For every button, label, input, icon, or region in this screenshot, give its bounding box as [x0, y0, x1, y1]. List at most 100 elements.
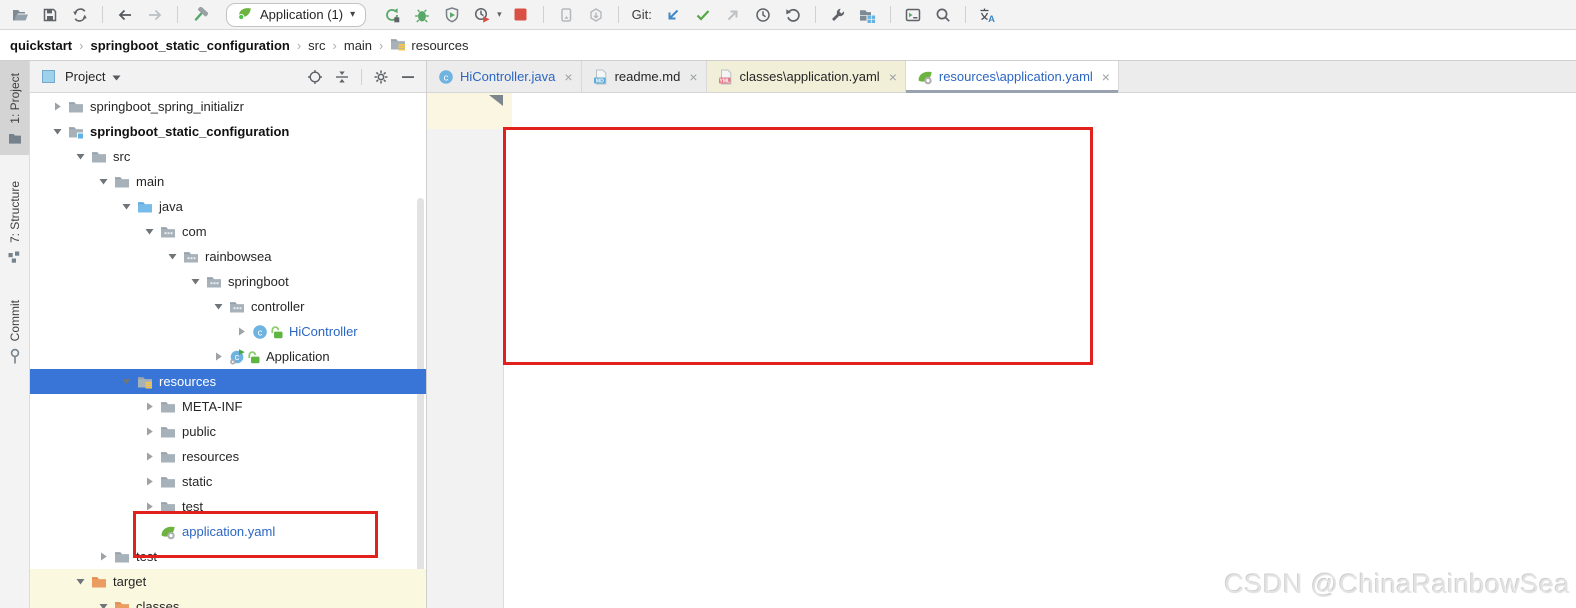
save-all-icon[interactable] [39, 4, 61, 26]
folder-icon [91, 149, 107, 165]
collapsed-arrow-icon[interactable] [141, 449, 157, 465]
tree-row-static[interactable]: static [30, 469, 426, 494]
expanded-arrow-icon[interactable] [72, 574, 88, 590]
back-icon[interactable] [114, 4, 136, 26]
wrench-icon[interactable] [827, 4, 849, 26]
git-update-icon[interactable] [662, 4, 684, 26]
editor-surface[interactable]: CSDN @ChinaRainbowSea [427, 93, 1576, 608]
breadcrumb-item-springboot-static-configuration[interactable]: springboot_static_configuration [90, 38, 289, 53]
stop-icon[interactable] [510, 4, 532, 26]
expanded-arrow-icon[interactable] [187, 274, 203, 290]
settings-gear-icon[interactable] [371, 67, 391, 87]
tab-resources-application-yaml[interactable]: resources\application.yaml× [906, 61, 1119, 92]
tree-row-public[interactable]: public [30, 419, 426, 444]
project-panel-title[interactable]: Project [65, 69, 105, 84]
close-tab-icon[interactable]: × [1102, 70, 1110, 84]
chevron-down-icon[interactable] [112, 69, 121, 84]
expanded-arrow-icon[interactable] [118, 374, 134, 390]
close-tab-icon[interactable]: × [564, 70, 572, 84]
expanded-arrow-icon[interactable] [210, 299, 226, 315]
breadcrumb-item-quickstart[interactable]: quickstart [10, 38, 72, 53]
tab-hicontroller-java[interactable]: cHiController.java× [427, 61, 582, 92]
tree-row-hicontroller[interactable]: cHiController [30, 319, 426, 344]
sync-icon[interactable] [69, 4, 91, 26]
fold-marker-icon[interactable] [489, 95, 503, 106]
coverage-icon[interactable] [441, 4, 463, 26]
chevron-down-icon[interactable]: ▾ [497, 9, 502, 20]
toolwindow-button-7-structure[interactable]: 7: Structure [0, 169, 29, 274]
heap-dump-icon[interactable] [585, 4, 607, 26]
tree-row-java[interactable]: java [30, 194, 426, 219]
editor-area: cHiController.java×MDreadme.md×YMLclasse… [427, 61, 1576, 608]
close-tab-icon[interactable]: × [889, 70, 897, 84]
collapsed-arrow-icon[interactable] [233, 324, 249, 340]
collapsed-arrow-icon[interactable] [141, 499, 157, 515]
collapsed-arrow-icon[interactable] [141, 424, 157, 440]
close-tab-icon[interactable]: × [689, 70, 697, 84]
tree-row-application-yaml[interactable]: application.yaml [30, 519, 426, 544]
collapsed-arrow-icon[interactable] [95, 549, 111, 565]
profiler-icon[interactable] [471, 4, 493, 26]
breadcrumb-item-resources[interactable]: resources [390, 36, 468, 55]
expanded-arrow-icon[interactable] [141, 224, 157, 240]
rerun-icon[interactable] [381, 4, 403, 26]
history-icon[interactable] [752, 4, 774, 26]
open-project-icon[interactable] [9, 4, 31, 26]
project-tree[interactable]: springboot_spring_initializr springboot_s… [30, 93, 426, 608]
tree-row-com[interactable]: com [30, 219, 426, 244]
tree-row-test[interactable]: test [30, 494, 426, 519]
breadcrumb-item-src[interactable]: src [308, 38, 325, 53]
collapsed-arrow-icon[interactable] [141, 474, 157, 490]
tree-row-resources[interactable]: resources [30, 369, 426, 394]
editor-gutter[interactable] [427, 93, 504, 608]
tree-row-rainbowsea[interactable]: rainbowsea [30, 244, 426, 269]
tree-row-controller[interactable]: controller [30, 294, 426, 319]
project-structure-icon[interactable] [857, 4, 879, 26]
tree-row-application[interactable]: cApplication [30, 344, 426, 369]
markdown-file-icon: MD [593, 69, 609, 85]
expanded-arrow-icon[interactable] [95, 599, 111, 608]
build-hammer-icon[interactable] [189, 4, 211, 26]
toolbar-separator [965, 6, 966, 23]
collapsed-arrow-icon[interactable] [210, 349, 226, 365]
translate-icon[interactable]: A [977, 4, 999, 26]
collapsed-arrow-icon[interactable] [49, 99, 65, 115]
tree-row-main[interactable]: main [30, 169, 426, 194]
forward-icon[interactable] [144, 4, 166, 26]
tree-row-meta-inf[interactable]: META-INF [30, 394, 426, 419]
collapse-all-icon[interactable] [332, 67, 352, 87]
search-everywhere-icon[interactable] [932, 4, 954, 26]
git-push-icon[interactable] [722, 4, 744, 26]
debug-icon[interactable] [411, 4, 433, 26]
tree-row-springboot-spring-initializr[interactable]: springboot_spring_initializr [30, 94, 426, 119]
tree-row-label: HiController [289, 324, 358, 339]
run-configuration-combo[interactable]: Application (1)▾ [226, 3, 366, 27]
locate-icon[interactable] [305, 67, 325, 87]
expanded-arrow-icon[interactable] [118, 199, 134, 215]
toolwindow-button-commit[interactable]: Commit [0, 288, 29, 372]
hide-panel-icon[interactable] [398, 67, 418, 87]
tree-row-classes[interactable]: classes [30, 594, 426, 608]
collapsed-arrow-icon[interactable] [141, 399, 157, 415]
git-commit-icon[interactable] [692, 4, 714, 26]
tree-row-src[interactable]: src [30, 144, 426, 169]
expanded-arrow-icon[interactable] [49, 124, 65, 140]
tree-row-resources[interactable]: resources [30, 444, 426, 469]
tree-row-label: springboot_static_configuration [90, 124, 289, 139]
tree-row-target[interactable]: target [30, 569, 426, 594]
terminal-icon[interactable] [902, 4, 924, 26]
breadcrumb-item-main[interactable]: main [344, 38, 372, 53]
tree-row-test[interactable]: test [30, 544, 426, 569]
tree-row-springboot-static-configuration[interactable]: springboot_static_configuration [30, 119, 426, 144]
tree-row-label: controller [251, 299, 304, 314]
tree-row-label: META-INF [182, 399, 242, 414]
tab-readme-md[interactable]: MDreadme.md× [582, 61, 707, 92]
tab-classes-application-yaml[interactable]: YMLclasses\application.yaml× [707, 61, 906, 92]
capture-snapshot-icon[interactable] [555, 4, 577, 26]
expanded-arrow-icon[interactable] [164, 249, 180, 265]
expanded-arrow-icon[interactable] [95, 174, 111, 190]
rollback-icon[interactable] [782, 4, 804, 26]
toolwindow-button-1-project[interactable]: 1: Project [0, 61, 29, 155]
expanded-arrow-icon[interactable] [72, 149, 88, 165]
tree-row-springboot[interactable]: springboot [30, 269, 426, 294]
